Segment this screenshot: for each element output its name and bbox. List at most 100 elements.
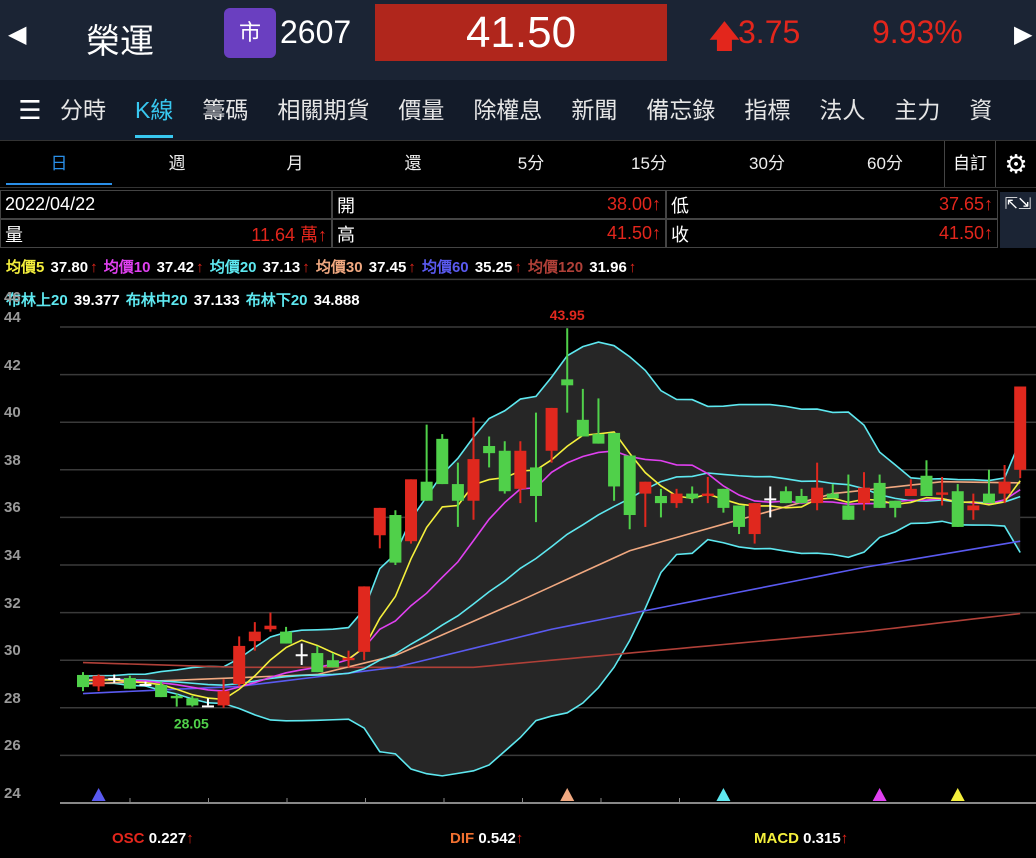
period-tab[interactable]: 日 — [0, 141, 118, 187]
low-cell: 低 37.65↑ — [666, 190, 998, 219]
osc-indicator: OSC 0.227↑ — [112, 830, 194, 847]
macd-label: MACD — [754, 830, 799, 847]
candle-body — [264, 625, 277, 630]
candle-body — [280, 631, 293, 644]
candle-body — [201, 705, 214, 708]
period-tab[interactable]: 週 — [118, 141, 236, 187]
nav-tab[interactable]: 新聞 — [571, 80, 617, 140]
candle-body — [170, 695, 183, 699]
period-tab[interactable]: 30分 — [708, 141, 826, 187]
candle-body — [77, 674, 89, 688]
dif-value: 0.542 — [478, 830, 516, 847]
candle-body — [373, 507, 386, 536]
volume-label: 量 — [5, 224, 23, 245]
period-tab[interactable]: 月 — [236, 141, 354, 187]
y-tick-label: 44 — [4, 309, 21, 326]
candlestick-chart[interactable]: 43.95 28.05 — [0, 260, 1036, 820]
period-tab[interactable]: 5分 — [472, 141, 590, 187]
price-change: 3.75 — [738, 14, 801, 50]
signal-triangle-marker — [716, 788, 731, 801]
y-tick-label: 26 — [4, 737, 21, 755]
candle-body — [108, 678, 121, 681]
nav-tab[interactable]: 主力 — [894, 80, 940, 140]
candle-body — [467, 459, 480, 501]
candle-body — [733, 505, 746, 527]
nav-tab[interactable]: 價量 — [398, 80, 444, 140]
nav-tab[interactable]: 籌碼 — [202, 80, 248, 140]
nav-tab[interactable]: 備忘錄 — [646, 80, 715, 140]
dif-indicator: DIF 0.542↑ — [450, 830, 524, 847]
nav-tab[interactable]: 相關期貨 — [277, 80, 369, 140]
low-label: 低 — [671, 195, 689, 216]
signal-triangle-marker — [560, 788, 575, 801]
osc-value: 0.227 — [148, 830, 187, 847]
up-arrow-icon: 🡅 — [708, 18, 741, 54]
gear-icon[interactable]: ⚙ — [996, 141, 1036, 187]
nav-tab[interactable]: 指標 — [744, 80, 790, 140]
nav-tab[interactable]: 資 — [969, 80, 992, 140]
close-cell: 收 41.50↑ — [666, 219, 998, 248]
dif-label: DIF — [450, 830, 475, 847]
market-badge: 市 — [224, 8, 276, 58]
candle-body — [592, 434, 605, 444]
y-tick-label: 38 — [4, 451, 21, 469]
candle-body — [826, 493, 839, 499]
candle-body — [233, 645, 246, 684]
close-label: 收 — [671, 224, 689, 245]
y-tick-label: 30 — [4, 642, 21, 660]
nav-tab[interactable]: 分時 — [60, 80, 106, 140]
candle-body — [670, 493, 683, 504]
y-tick-label: 32 — [4, 594, 21, 612]
candle-body — [717, 488, 730, 508]
period-tab[interactable]: 60分 — [826, 141, 944, 187]
candle-body — [920, 475, 933, 496]
candle-body — [779, 491, 792, 504]
candle-body — [639, 481, 652, 494]
fullscreen-expand-icon[interactable]: ⇱⇲ — [1000, 192, 1036, 248]
date: 2022/04/22 — [5, 194, 96, 214]
change-percent: 9.93% — [872, 14, 963, 50]
candle-body — [405, 479, 418, 542]
quote-header: ◀ 榮運 市 2607 41.50 🡅 3.75 9.93% ▶ — [0, 0, 1036, 80]
menu-sort-icon[interactable]: ☰ — [0, 80, 60, 140]
candle-body — [389, 515, 402, 563]
nav-tab[interactable]: 法人 — [819, 80, 865, 140]
candle-body — [420, 481, 433, 501]
candle-body — [967, 505, 980, 511]
candle-body — [92, 675, 105, 687]
candle-body — [748, 503, 761, 535]
candle-body — [483, 446, 496, 454]
candle-body — [295, 654, 308, 657]
open-value: 38.00↑ — [606, 194, 661, 214]
low-value: 37.65↑ — [938, 194, 993, 214]
candle-body — [529, 467, 542, 496]
period-tab[interactable]: 15分 — [590, 141, 708, 187]
period-tab[interactable]: 還 — [354, 141, 472, 187]
y-tick-label: 40 — [4, 404, 21, 422]
y-tick-label: 34 — [4, 547, 21, 564]
custom-period-button[interactable]: 自訂 — [944, 141, 996, 187]
main-nav: ☰ 分時 K線 籌碼 相關期貨 價量 除權息 新聞 備忘錄 指標 法人 主力資 — [0, 80, 1036, 140]
next-stock-arrow-icon[interactable]: ▶ — [1014, 20, 1032, 49]
candle-body — [576, 419, 589, 437]
candle-body — [1014, 386, 1027, 470]
candle-body — [436, 438, 449, 485]
nav-tab[interactable]: K線 — [135, 80, 174, 140]
candle-body — [498, 450, 511, 492]
candle-body — [998, 481, 1011, 494]
candle-body — [842, 505, 855, 520]
close-value: 41.50↑ — [938, 223, 993, 243]
prev-stock-arrow-icon[interactable]: ◀ — [8, 20, 26, 49]
nav-tab[interactable]: 除權息 — [473, 80, 542, 140]
candle-body — [623, 455, 636, 516]
stock-name: 榮運 — [86, 23, 154, 61]
candle-body — [545, 407, 558, 451]
candle-body — [358, 586, 371, 652]
volume-cell: 量 11.64 萬↑ — [0, 219, 332, 248]
y-tick-label: 42 — [4, 356, 21, 374]
current-price: 41.50 — [375, 4, 667, 61]
low-price-label: 28.05 — [174, 716, 209, 732]
candle-body — [561, 379, 574, 386]
candle-body — [514, 450, 527, 489]
candle-body — [311, 653, 324, 673]
